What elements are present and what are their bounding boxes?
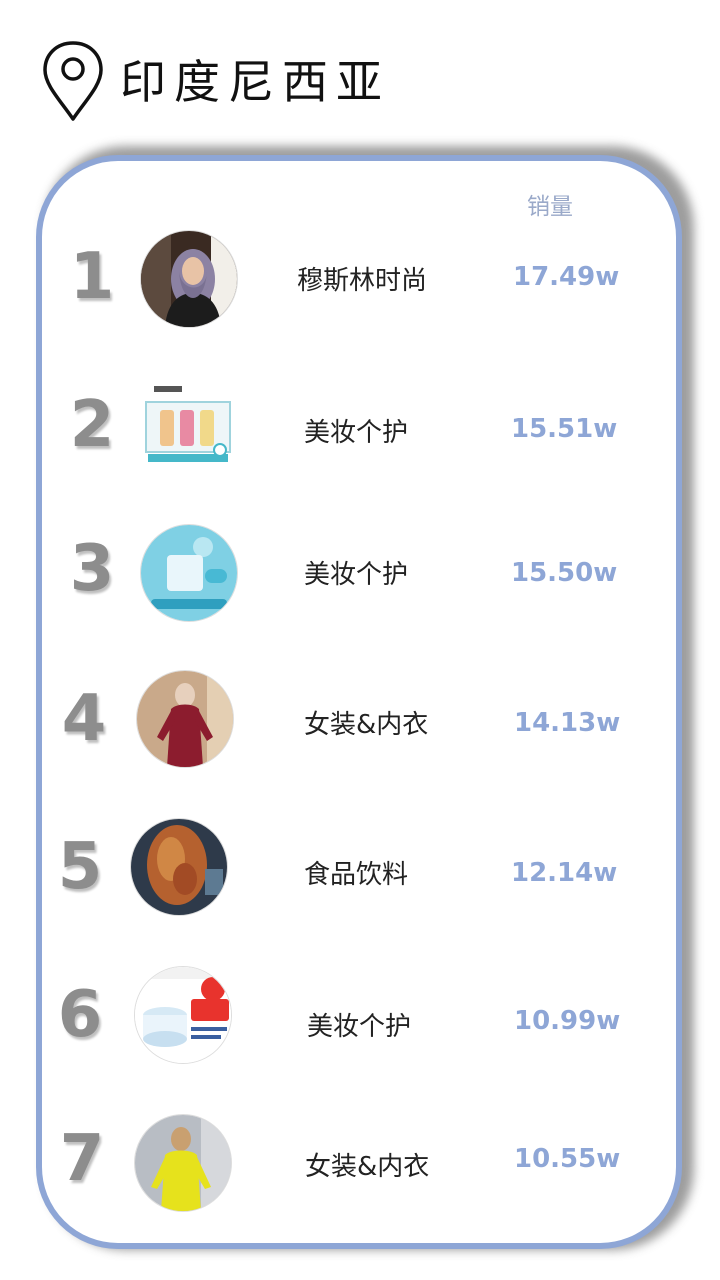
page-title: 印度尼西亚 xyxy=(120,55,390,109)
rank-number: 4 xyxy=(61,682,107,756)
product-thumbnail-snack xyxy=(130,818,228,916)
sales-value: 17.49w xyxy=(513,262,620,292)
category-label: 美妆个护 xyxy=(304,560,409,590)
product-thumbnail-ceramide xyxy=(134,966,232,1064)
rank-number: 6 xyxy=(57,978,103,1052)
ranking-row: 5 食品饮料 12.14w xyxy=(0,808,720,928)
category-label: 女装&内衣 xyxy=(304,710,429,740)
category-label: 食品饮料 xyxy=(304,860,409,890)
page-header: 印度尼西亚 xyxy=(0,0,720,140)
sales-value: 14.13w xyxy=(514,708,621,738)
sales-value: 10.55w xyxy=(514,1144,621,1174)
rank-number: 2 xyxy=(69,388,115,462)
product-thumbnail-blouse xyxy=(134,1114,232,1212)
location-pin-icon xyxy=(43,41,103,121)
ranking-row: 4 女装&内衣 14.13w xyxy=(0,660,720,780)
category-label: 穆斯林时尚 xyxy=(297,266,428,296)
rank-number: 5 xyxy=(57,830,103,904)
sales-value: 15.51w xyxy=(511,414,618,444)
rank-number: 3 xyxy=(69,532,115,606)
category-label: 美妆个护 xyxy=(304,418,409,448)
product-thumbnail-tunic xyxy=(136,670,234,768)
rank-number: 7 xyxy=(59,1122,105,1196)
product-thumbnail-hijab xyxy=(140,230,238,328)
ranking-row: 3 美妆个护 15.50w xyxy=(0,512,720,632)
ranking-row: 6 美妆个护 10.99w xyxy=(0,956,720,1076)
sales-value: 12.14w xyxy=(511,858,618,888)
ranking-row: 7 女装&内衣 10.55w xyxy=(0,1104,720,1224)
category-label: 女装&内衣 xyxy=(305,1152,430,1182)
product-thumbnail-skincare xyxy=(140,378,236,474)
ranking-row: 2 美妆个护 15.51w xyxy=(0,366,720,486)
sales-column-header: 销量 xyxy=(527,194,573,220)
rank-number: 1 xyxy=(69,240,115,314)
product-thumbnail-soap xyxy=(140,524,238,622)
sales-value: 10.99w xyxy=(514,1006,621,1036)
ranking-row: 1 穆斯林时尚 17.49w xyxy=(0,218,720,338)
category-label: 美妆个护 xyxy=(307,1012,412,1042)
sales-value: 15.50w xyxy=(511,558,618,588)
